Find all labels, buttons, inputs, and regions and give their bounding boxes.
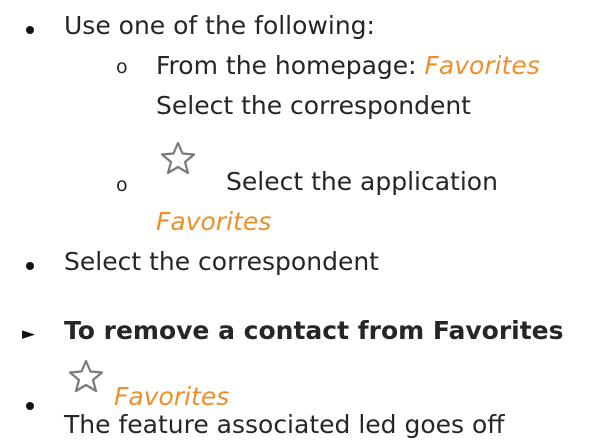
favorites-link[interactable]: Favorites — [156, 207, 271, 236]
bullet-dot — [26, 262, 34, 270]
remove-result-text: The feature associated led goes off — [64, 410, 505, 439]
option1-line2: Select the correspondent — [156, 91, 471, 120]
star-outline-icon[interactable] — [158, 140, 198, 176]
sub-bullet: o — [116, 174, 128, 196]
bullet-dot — [26, 26, 34, 34]
sub-bullet: o — [116, 56, 128, 78]
bullet-dot — [26, 402, 34, 410]
use-one-text: Use one of the following: — [64, 11, 375, 40]
option1-line: From the homepage: Favorites — [156, 51, 540, 80]
select-correspondent-text: Select the correspondent — [64, 247, 379, 276]
favorites-link[interactable]: Favorites — [425, 51, 540, 80]
section-arrow-icon: ► — [22, 324, 36, 344]
option2-text: Select the application — [226, 167, 498, 196]
favorites-link[interactable]: Favorites — [114, 382, 229, 411]
star-outline-icon[interactable] — [66, 358, 106, 394]
section-heading: To remove a contact from Favorites — [64, 316, 564, 345]
option1-prefix: From the homepage: — [156, 51, 425, 80]
